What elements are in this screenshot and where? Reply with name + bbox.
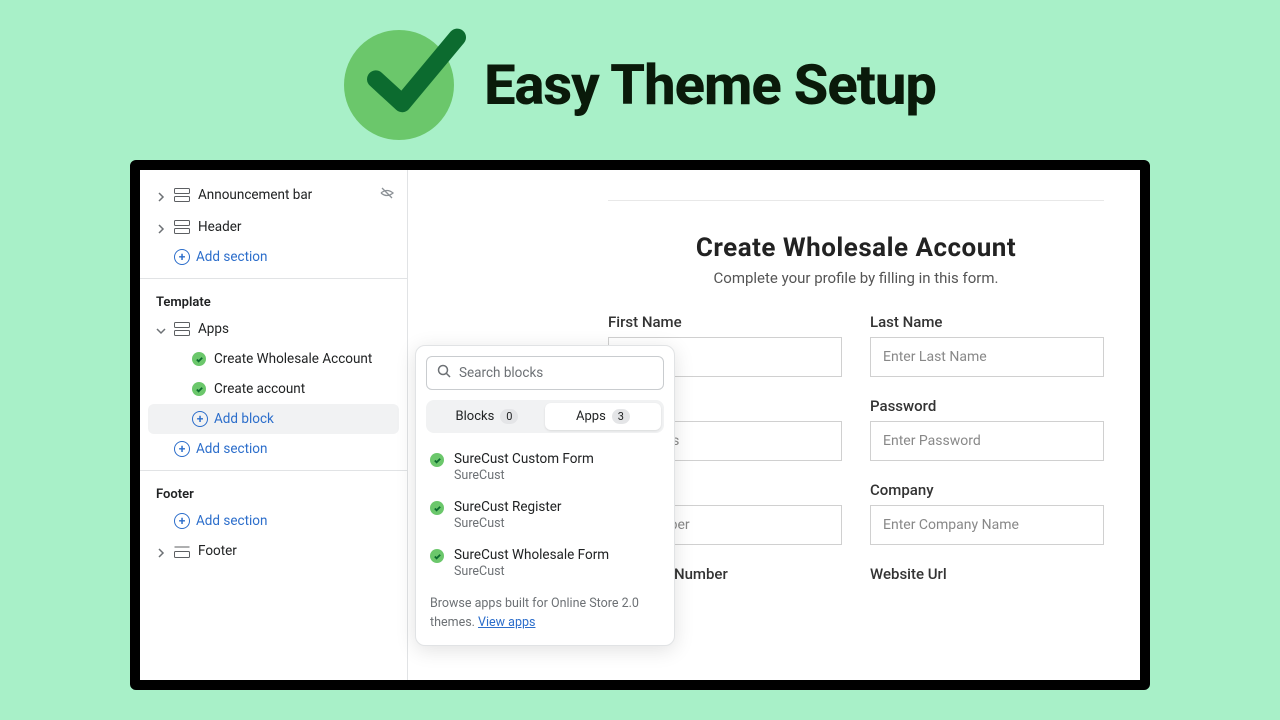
chevron-right-icon	[156, 546, 166, 556]
chevron-right-icon	[156, 222, 166, 232]
tab-label: Blocks	[456, 409, 495, 424]
sidebar-item-label: Create Wholesale Account	[214, 351, 372, 367]
hero-title: Easy Theme Setup	[484, 52, 936, 118]
add-section-button[interactable]: + Add section	[140, 434, 407, 464]
app-name: SureCust Custom Form	[454, 451, 594, 467]
view-apps-link[interactable]: View apps	[478, 615, 535, 630]
last-name-input[interactable]: Enter Last Name	[870, 337, 1104, 377]
company-input[interactable]: Enter Company Name	[870, 505, 1104, 545]
app-vendor: SureCust	[454, 516, 562, 531]
browse-apps-text: Browse apps built for Online Store 2.0 t…	[426, 587, 664, 635]
segmented-control: Blocks 0 Apps 3	[426, 400, 664, 433]
app-vendor: SureCust	[454, 564, 609, 579]
divider	[140, 278, 407, 279]
app-window: Announcement bar Header + Add section Te…	[130, 160, 1150, 690]
app-list: SureCust Custom Form SureCust SureCust R…	[426, 443, 664, 587]
plus-icon: +	[174, 441, 190, 457]
add-section-label: Add section	[196, 249, 267, 265]
app-name: SureCust Wholesale Form	[454, 547, 609, 563]
theme-sidebar: Announcement bar Header + Add section Te…	[140, 170, 408, 680]
tab-label: Apps	[576, 409, 606, 424]
apps-icon	[174, 321, 190, 337]
chevron-down-icon	[156, 324, 166, 334]
password-label: Password	[870, 397, 1104, 415]
sidebar-item-label: Create account	[214, 381, 305, 397]
password-input[interactable]: Enter Password	[870, 421, 1104, 461]
apps-count-badge: 3	[612, 409, 630, 424]
plus-icon: +	[174, 513, 190, 529]
section-icon	[174, 219, 190, 235]
add-section-button[interactable]: + Add section	[140, 242, 407, 272]
sidebar-item-header[interactable]: Header	[140, 212, 407, 242]
app-vendor: SureCust	[454, 468, 594, 483]
app-option[interactable]: SureCust Register SureCust	[426, 491, 664, 539]
block-picker-popover: Search blocks Blocks 0 Apps 3 SureCust C…	[415, 345, 675, 646]
footer-heading: Footer	[140, 477, 407, 506]
footer-icon	[174, 543, 190, 559]
check-icon	[430, 549, 444, 563]
check-icon	[430, 501, 444, 515]
hero-check-icon	[344, 30, 454, 140]
section-icon	[174, 187, 190, 203]
sidebar-app-block[interactable]: Create account	[140, 374, 407, 404]
add-section-label: Add section	[196, 441, 267, 457]
add-block-button[interactable]: + Add block	[148, 404, 399, 434]
form-subtitle: Complete your profile by filling in this…	[608, 269, 1104, 287]
sidebar-item-label: Apps	[198, 321, 229, 337]
search-placeholder: Search blocks	[459, 365, 543, 381]
hero: Easy Theme Setup	[0, 0, 1280, 160]
template-heading: Template	[140, 285, 407, 314]
sidebar-app-block[interactable]: Create Wholesale Account	[140, 344, 407, 374]
form-title: Create Wholesale Account	[608, 233, 1104, 263]
app-option[interactable]: SureCust Wholesale Form SureCust	[426, 539, 664, 587]
divider	[140, 470, 407, 471]
chevron-right-icon	[156, 190, 166, 200]
plus-icon: +	[192, 411, 208, 427]
search-blocks-input[interactable]: Search blocks	[426, 356, 664, 390]
check-icon	[430, 453, 444, 467]
tab-blocks[interactable]: Blocks 0	[429, 403, 545, 430]
last-name-label: Last Name	[870, 313, 1104, 331]
website-label: Website Url	[870, 565, 1104, 583]
add-section-button[interactable]: + Add section	[140, 506, 407, 536]
plus-icon: +	[174, 249, 190, 265]
check-icon	[192, 352, 206, 366]
sidebar-item-announcement[interactable]: Announcement bar	[140, 178, 407, 212]
blocks-count-badge: 0	[500, 409, 518, 424]
sidebar-item-label: Announcement bar	[198, 187, 312, 203]
first-name-label: First Name	[608, 313, 842, 331]
hidden-icon[interactable]	[379, 185, 395, 205]
sidebar-item-apps[interactable]: Apps	[140, 314, 407, 344]
sidebar-item-footer[interactable]: Footer	[140, 536, 407, 566]
check-icon	[192, 382, 206, 396]
sidebar-item-label: Footer	[198, 543, 237, 559]
search-icon	[437, 364, 451, 382]
app-name: SureCust Register	[454, 499, 562, 515]
tab-apps[interactable]: Apps 3	[545, 403, 661, 430]
add-block-label: Add block	[214, 411, 274, 427]
sidebar-item-label: Header	[198, 219, 241, 235]
app-option[interactable]: SureCust Custom Form SureCust	[426, 443, 664, 491]
company-label: Company	[870, 481, 1104, 499]
add-section-label: Add section	[196, 513, 267, 529]
